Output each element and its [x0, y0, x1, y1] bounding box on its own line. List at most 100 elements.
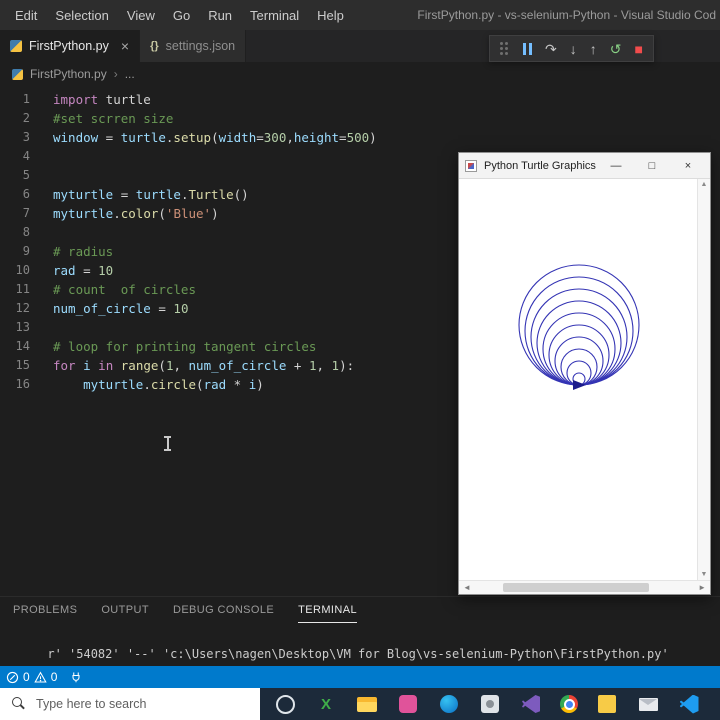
visual-studio-icon[interactable] — [519, 692, 543, 716]
breadcrumb-separator-icon: › — [113, 67, 118, 81]
restart-button[interactable]: ↺ — [610, 42, 622, 56]
line-number: 9 — [22, 244, 30, 258]
code-text: window = turtle.setup(width=300,height=5… — [53, 130, 377, 145]
code-text: myturtle.circle(rad * i) — [83, 377, 264, 392]
scroll-up-icon[interactable]: ▲ — [701, 181, 708, 188]
turtle-window-titlebar[interactable]: Python Turtle Graphics — □ × — [459, 153, 710, 179]
menu-terminal[interactable]: Terminal — [241, 8, 308, 23]
cortana-icon[interactable] — [273, 692, 297, 716]
turtle-canvas-area: ▲ ▼ — [459, 179, 710, 580]
line-number: 4 — [22, 149, 30, 163]
mouse-text-cursor — [163, 436, 172, 451]
line-number: 7 — [22, 206, 30, 220]
stop-button[interactable]: ■ — [634, 42, 642, 56]
bottom-panel: PROBLEMS OUTPUT DEBUG CONSOLE TERMINAL r' '… — [0, 596, 720, 666]
panel-tab-output[interactable]: OUTPUT — [101, 597, 149, 623]
step-into-button[interactable]: ↓ — [570, 42, 577, 56]
code-text: myturtle.color('Blue') — [53, 206, 219, 221]
taskbar-search-input[interactable] — [0, 688, 260, 720]
code-text: num_of_circle = 10 — [53, 301, 189, 316]
line-number: 8 — [22, 225, 30, 239]
file-explorer-icon[interactable] — [355, 692, 379, 716]
breadcrumb[interactable]: FirstPython.py › ... — [0, 62, 720, 86]
code-line-3[interactable]: 3 window = turtle.setup(width=300,height=… — [0, 128, 720, 147]
menu-help[interactable]: Help — [308, 8, 353, 23]
line-number: 14 — [15, 339, 30, 353]
turtle-circle — [560, 348, 598, 386]
tab-label: settings.json — [165, 39, 236, 53]
title-bar: Edit Selection View Go Run Terminal Help First… — [0, 0, 720, 30]
error-icon — [6, 671, 19, 684]
panel-tab-problems[interactable]: PROBLEMS — [13, 597, 77, 623]
close-button[interactable]: × — [682, 160, 694, 172]
code-text: # loop for printing tangent circles — [53, 339, 317, 354]
breadcrumb-more[interactable]: ... — [125, 67, 135, 81]
code-text: import turtle — [53, 92, 151, 107]
step-into-icon: ↓ — [569, 40, 577, 57]
pause-icon — [523, 42, 532, 55]
pause-button[interactable] — [523, 42, 532, 55]
close-icon[interactable]: × — [121, 38, 129, 54]
ports-plug-icon[interactable] — [70, 671, 82, 683]
line-number: 5 — [22, 168, 30, 182]
mail-icon[interactable] — [636, 692, 660, 716]
line-number: 13 — [15, 320, 30, 334]
vscode-window: Edit Selection View Go Run Terminal Help First… — [0, 0, 720, 720]
menu-view[interactable]: View — [118, 8, 164, 23]
turtle-vertical-scrollbar[interactable]: ▲ ▼ — [697, 179, 710, 580]
step-over-icon: ↷ — [545, 40, 557, 57]
breadcrumb-file[interactable]: FirstPython.py — [30, 67, 107, 81]
taskbar-icons: X — [273, 692, 701, 716]
minimize-button[interactable]: — — [610, 160, 622, 172]
error-count: 0 — [23, 670, 30, 684]
step-over-button[interactable]: ↷ — [545, 42, 557, 56]
menu-edit[interactable]: Edit — [6, 8, 46, 23]
panel-tab-bar: PROBLEMS OUTPUT DEBUG CONSOLE TERMINAL — [0, 597, 720, 623]
line-number: 2 — [22, 111, 30, 125]
scrollbar-thumb[interactable] — [503, 583, 649, 592]
code-line-1[interactable]: 1 import turtle — [0, 90, 720, 109]
menu-run[interactable]: Run — [199, 8, 241, 23]
problems-status[interactable]: 0 0 — [6, 670, 57, 684]
code-text: myturtle = turtle.Turtle() — [53, 187, 249, 202]
line-number: 11 — [15, 282, 30, 296]
menu-go[interactable]: Go — [164, 8, 199, 23]
taskbar: X — [0, 688, 720, 720]
taskbar-search[interactable] — [0, 688, 260, 720]
panel-tab-debug-console[interactable]: DEBUG CONSOLE — [173, 597, 274, 623]
edge-icon[interactable] — [437, 692, 461, 716]
tk-app-icon — [465, 159, 477, 172]
maximize-button[interactable]: □ — [646, 160, 658, 172]
chrome-icon[interactable] — [560, 695, 578, 713]
turtle-window-controls: — □ × — [610, 160, 704, 172]
json-file-icon: {} — [150, 40, 159, 52]
warning-count: 0 — [50, 670, 58, 684]
drag-handle-icon[interactable] — [500, 42, 508, 55]
code-line-2[interactable]: 2 #set scrren size — [0, 109, 720, 128]
turtle-horizontal-scrollbar[interactable]: ◄ ► — [459, 580, 710, 594]
code-text: # radius — [53, 244, 114, 259]
tab-settings.json[interactable]: {} settings.json — [140, 30, 247, 62]
python-file-icon — [10, 40, 22, 52]
line-number: 1 — [22, 92, 30, 106]
vscode-icon[interactable] — [677, 692, 701, 716]
step-out-icon: ↑ — [589, 40, 597, 57]
photos-icon[interactable] — [396, 692, 420, 716]
panel-tab-terminal[interactable]: TERMINAL — [298, 597, 357, 623]
sticky-notes-icon[interactable] — [595, 692, 619, 716]
scroll-right-icon[interactable]: ► — [698, 583, 706, 592]
menu-selection[interactable]: Selection — [46, 8, 117, 23]
terminal-line: r' '54082' '--' 'c:\Users\nagen\Desktop\… — [47, 647, 669, 661]
line-number: 3 — [22, 130, 30, 144]
scroll-left-icon[interactable]: ◄ — [463, 583, 471, 592]
stop-icon: ■ — [634, 40, 643, 57]
media-player-icon[interactable] — [478, 692, 502, 716]
menu-bar: Edit Selection View Go Run Terminal Help — [6, 8, 353, 23]
line-number: 15 — [15, 358, 30, 372]
python-file-icon — [12, 68, 23, 80]
excel-icon[interactable]: X — [314, 692, 338, 716]
line-number: 10 — [15, 263, 30, 277]
step-out-button[interactable]: ↑ — [590, 42, 597, 56]
tab-FirstPython.py[interactable]: FirstPython.py × — [0, 30, 141, 62]
scroll-down-icon[interactable]: ▼ — [701, 571, 708, 578]
